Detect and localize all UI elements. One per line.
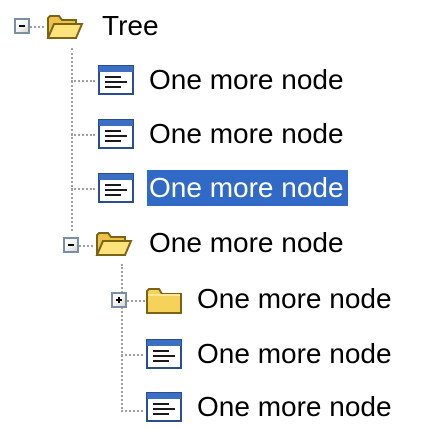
tree-node-label: One more node xyxy=(149,118,344,149)
connector-line xyxy=(127,300,145,302)
connector-line xyxy=(121,410,143,412)
connector-line xyxy=(30,26,44,28)
tree-view: Tree One more node One more node One mor… xyxy=(0,0,433,428)
document-icon xyxy=(97,172,135,204)
tree-node-label: One more node xyxy=(197,338,392,369)
connector-line xyxy=(121,354,143,356)
tree-node-label: One more node xyxy=(149,227,344,258)
tree-node-label: One more node xyxy=(149,64,344,95)
document-icon xyxy=(145,391,183,423)
folder-open-icon xyxy=(46,10,84,42)
folder-closed-icon xyxy=(145,283,183,315)
tree-node-label: Tree xyxy=(102,10,159,41)
document-icon xyxy=(97,64,135,96)
connector-line xyxy=(71,188,95,190)
collapse-toggle[interactable] xyxy=(63,237,79,253)
connector-line xyxy=(71,134,95,136)
connector-line xyxy=(121,264,123,412)
collapse-toggle[interactable] xyxy=(14,18,30,34)
connector-line xyxy=(71,80,95,82)
document-icon xyxy=(145,338,183,370)
connector-line xyxy=(71,48,73,231)
folder-open-icon xyxy=(95,227,133,259)
tree-node-label: One more node xyxy=(147,170,348,206)
tree-node-label: One more node xyxy=(197,391,392,422)
tree-node-label: One more node xyxy=(197,283,392,314)
document-icon xyxy=(97,118,135,150)
connector-line xyxy=(79,245,93,247)
expand-toggle[interactable] xyxy=(111,292,127,308)
